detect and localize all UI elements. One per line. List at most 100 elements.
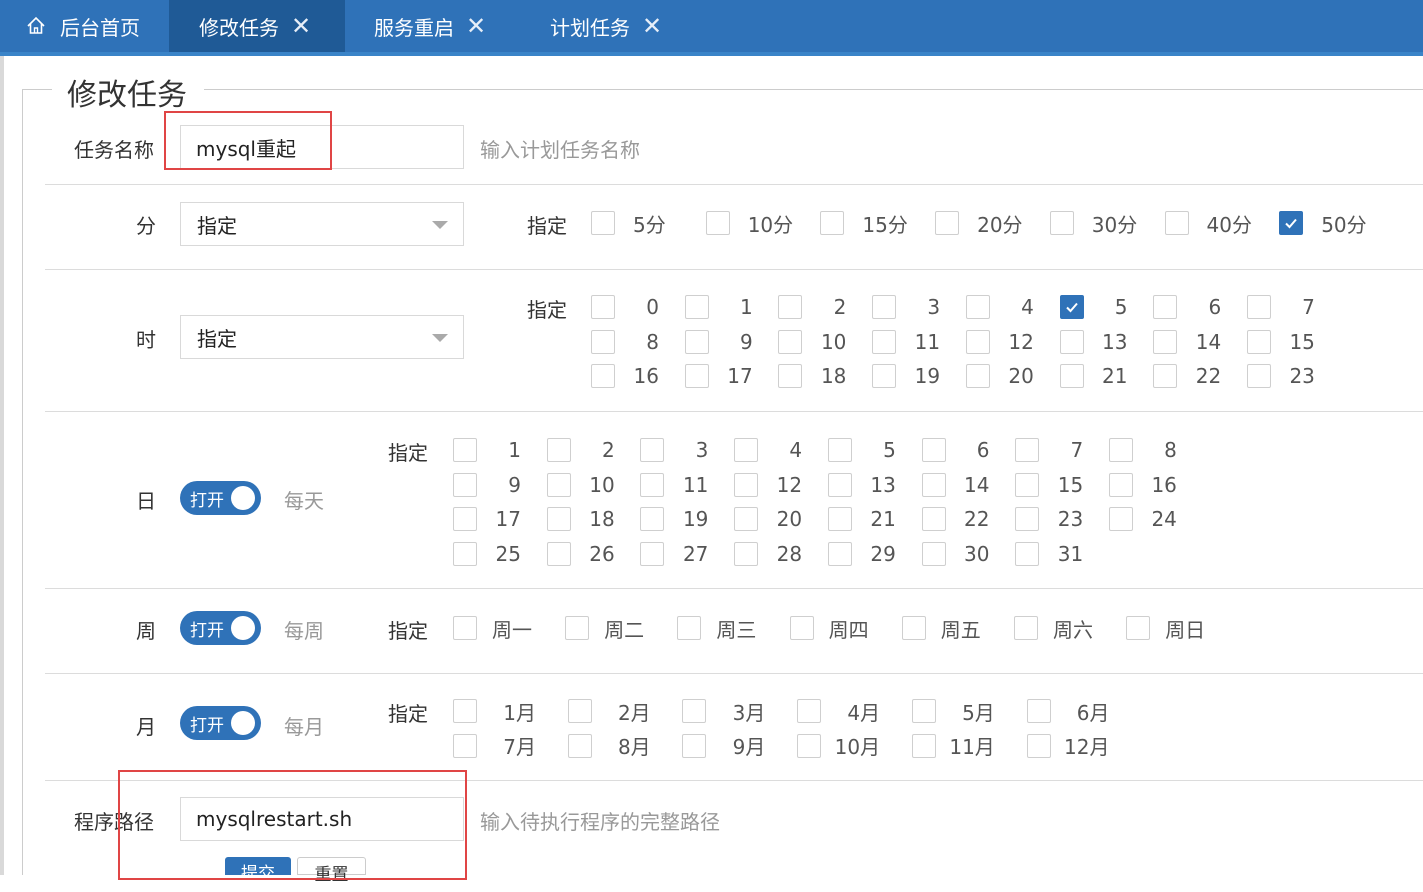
hour-select[interactable]: 指定	[180, 315, 464, 359]
checkbox-icon[interactable]	[734, 472, 759, 497]
week-checkbox-item[interactable]: 周一	[453, 614, 552, 642]
checkbox-icon[interactable]	[546, 541, 571, 566]
checkbox-icon[interactable]	[921, 541, 946, 566]
checkbox-icon[interactable]	[911, 699, 936, 723]
hour-checkbox-item[interactable]: 20	[965, 362, 1034, 390]
hour-checkbox-item[interactable]: 23	[1246, 362, 1315, 390]
checkbox-icon[interactable]	[591, 329, 615, 354]
checkbox-icon[interactable]	[682, 699, 707, 723]
checkbox-icon[interactable]	[1246, 329, 1271, 354]
checkbox-icon[interactable]	[872, 364, 897, 388]
day-checkbox-item[interactable]: 23	[1015, 505, 1083, 533]
checkbox-icon[interactable]	[453, 616, 477, 640]
minute-checkbox-item[interactable]: 40分	[1164, 209, 1257, 237]
checkbox-icon[interactable]	[734, 507, 759, 531]
day-checkbox-item[interactable]: 16	[1108, 471, 1177, 499]
day-checkbox-item[interactable]: 2	[546, 436, 615, 464]
day-checkbox-item[interactable]: 10	[546, 471, 615, 499]
month-checkbox-item[interactable]: 2月	[567, 697, 651, 725]
month-checkbox-item[interactable]: 12月	[1026, 732, 1110, 760]
week-checkbox-item[interactable]: 周日	[1126, 614, 1225, 642]
checkbox-icon[interactable]	[640, 541, 665, 566]
checkbox-icon[interactable]	[1246, 364, 1271, 388]
checkbox-icon[interactable]	[789, 616, 814, 640]
checkbox-icon[interactable]	[453, 472, 477, 497]
checkbox-icon[interactable]	[546, 438, 571, 462]
checkbox-icon[interactable]	[677, 616, 702, 640]
checkbox-icon[interactable]	[640, 507, 665, 531]
checkbox-icon[interactable]	[872, 329, 897, 354]
checkbox-icon[interactable]	[872, 295, 897, 319]
checkbox-icon[interactable]	[965, 364, 990, 388]
checkbox-icon[interactable]	[546, 472, 571, 497]
day-checkbox-item[interactable]: 29	[827, 540, 896, 568]
month-checkbox-item[interactable]: 3月	[682, 697, 765, 725]
checkbox-icon[interactable]	[567, 699, 592, 723]
checkbox-icon[interactable]	[591, 211, 615, 235]
month-checkbox-item[interactable]: 6月	[1026, 697, 1110, 725]
checkbox-icon[interactable]	[827, 438, 852, 462]
checkbox-icon[interactable]	[546, 507, 571, 531]
checkbox-icon[interactable]	[453, 541, 477, 566]
minute-checkbox-item[interactable]: 15分	[820, 209, 912, 237]
day-checkbox-item[interactable]: 5	[827, 436, 896, 464]
checkbox-icon[interactable]	[1108, 507, 1133, 531]
hour-checkbox-item[interactable]: 8	[591, 328, 659, 356]
month-checkbox-item[interactable]: 5月	[911, 697, 995, 725]
day-checkbox-item[interactable]: 30	[921, 540, 990, 568]
checkbox-icon[interactable]	[778, 329, 803, 354]
tab-home[interactable]: 后台首页	[26, 0, 166, 52]
checkbox-icon[interactable]	[911, 733, 936, 758]
checkbox-checked-icon[interactable]	[1279, 211, 1304, 235]
checkbox-icon[interactable]	[565, 616, 590, 640]
day-checkbox-item[interactable]: 3	[640, 436, 708, 464]
day-checkbox-item[interactable]: 15	[1015, 471, 1083, 499]
checkbox-icon[interactable]	[965, 295, 990, 319]
hour-checkbox-item[interactable]: 12	[965, 328, 1034, 356]
checkbox-icon[interactable]	[1246, 295, 1271, 319]
day-checkbox-item[interactable]: 19	[640, 505, 708, 533]
checkbox-icon[interactable]	[453, 507, 477, 531]
hour-checkbox-item[interactable]: 0	[591, 293, 659, 321]
tab-edit-task[interactable]: 修改任务 ✕	[169, 0, 345, 52]
day-checkbox-item[interactable]: 17	[453, 505, 521, 533]
checkbox-icon[interactable]	[591, 295, 615, 319]
close-icon[interactable]: ✕	[466, 14, 486, 38]
hour-checkbox-item[interactable]: 2	[778, 293, 846, 321]
day-checkbox-item[interactable]: 21	[827, 505, 896, 533]
hour-checkbox-item[interactable]: 5	[1059, 293, 1128, 321]
week-checkbox-item[interactable]: 周五	[901, 614, 1001, 642]
checkbox-icon[interactable]	[921, 438, 946, 462]
checkbox-icon[interactable]	[965, 329, 990, 354]
checkbox-icon[interactable]	[935, 211, 960, 235]
hour-checkbox-item[interactable]: 4	[965, 293, 1034, 321]
minute-checkbox-item[interactable]: 30分	[1049, 209, 1142, 237]
day-checkbox-item[interactable]: 12	[734, 471, 802, 499]
checkbox-icon[interactable]	[820, 211, 845, 235]
day-checkbox-item[interactable]: 20	[734, 505, 802, 533]
checkbox-icon[interactable]	[684, 364, 709, 388]
checkbox-icon[interactable]	[640, 472, 665, 497]
day-checkbox-item[interactable]: 25	[453, 540, 521, 568]
day-toggle[interactable]: 打开	[180, 481, 261, 515]
checkbox-icon[interactable]	[682, 733, 707, 758]
day-checkbox-item[interactable]: 6	[921, 436, 990, 464]
week-checkbox-item[interactable]: 周六	[1014, 614, 1113, 642]
day-checkbox-item[interactable]: 18	[546, 505, 615, 533]
month-checkbox-item[interactable]: 9月	[682, 732, 765, 760]
checkbox-icon[interactable]	[778, 295, 803, 319]
day-checkbox-item[interactable]: 8	[1108, 436, 1177, 464]
checkbox-icon[interactable]	[797, 699, 822, 723]
minute-checkbox-item[interactable]: 20分	[935, 209, 1027, 237]
minute-checkbox-item[interactable]: 5分	[591, 209, 683, 237]
checkbox-icon[interactable]	[827, 472, 852, 497]
checkbox-icon[interactable]	[1015, 472, 1040, 497]
checkbox-icon[interactable]	[1126, 616, 1151, 640]
checkbox-icon[interactable]	[734, 541, 759, 566]
hour-checkbox-item[interactable]: 21	[1059, 362, 1128, 390]
checkbox-icon[interactable]	[901, 616, 926, 640]
checkbox-icon[interactable]	[1059, 329, 1084, 354]
checkbox-icon[interactable]	[1026, 733, 1051, 758]
hour-checkbox-item[interactable]: 18	[778, 362, 846, 390]
checkbox-icon[interactable]	[778, 364, 803, 388]
